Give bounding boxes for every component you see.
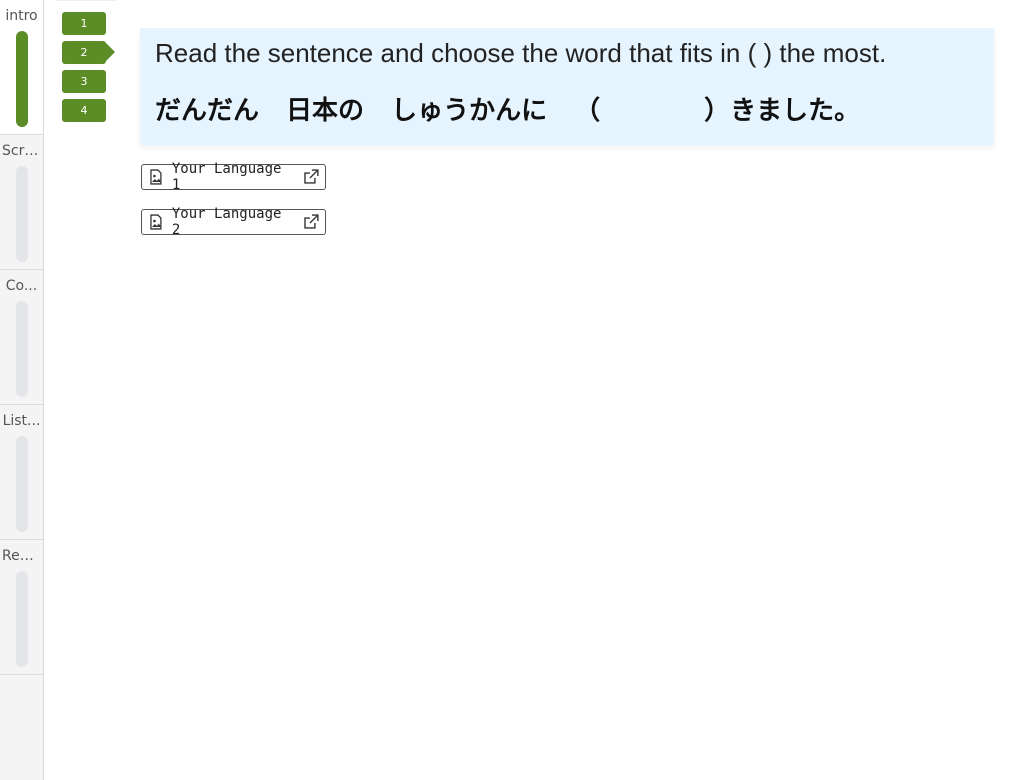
section-reading[interactable]: Rea... — [0, 540, 43, 675]
your-language-1-label: Your Language 1 — [171, 161, 282, 193]
section-label: intro — [5, 8, 38, 24]
section-label: Scri... — [2, 143, 41, 159]
section-intro[interactable]: intro — [0, 0, 43, 135]
question-panel: Read the sentence and choose the word th… — [140, 28, 994, 145]
section-progress-track — [16, 166, 28, 262]
question-nav: 1 2 3 4 — [62, 12, 118, 128]
external-link-icon — [304, 169, 319, 184]
question-button-4[interactable]: 4 — [62, 99, 106, 122]
external-link-icon — [304, 214, 319, 229]
image-icon — [150, 214, 162, 230]
image-icon — [150, 169, 162, 185]
your-language-2-label: Your Language 2 — [171, 206, 282, 238]
section-progress-track — [16, 31, 28, 127]
section-progress-track — [16, 571, 28, 667]
section-label: Rea... — [2, 548, 41, 564]
section-progress-track — [16, 301, 28, 397]
question-button-2[interactable]: 2 — [62, 41, 115, 64]
your-language-1-button[interactable]: Your Language 1 — [141, 161, 326, 193]
question-button-3[interactable]: 3 — [62, 70, 106, 93]
your-language-2-button[interactable]: Your Language 2 — [141, 206, 326, 238]
divider — [56, 0, 116, 1]
section-script[interactable]: Scri... — [0, 135, 43, 270]
section-label: List... — [2, 413, 41, 429]
section-co[interactable]: Co... — [0, 270, 43, 405]
section-progress-track — [16, 436, 28, 532]
section-listening[interactable]: List... — [0, 405, 43, 540]
question-sentence: だんだん 日本の しゅうかんに （ ）きました。 — [155, 96, 861, 126]
section-sidebar: intro Scri... Co... List... Rea... — [0, 0, 44, 780]
question-button-1[interactable]: 1 — [62, 12, 106, 35]
question-instruction: Read the sentence and choose the word th… — [155, 38, 887, 68]
section-label: Co... — [5, 278, 38, 294]
